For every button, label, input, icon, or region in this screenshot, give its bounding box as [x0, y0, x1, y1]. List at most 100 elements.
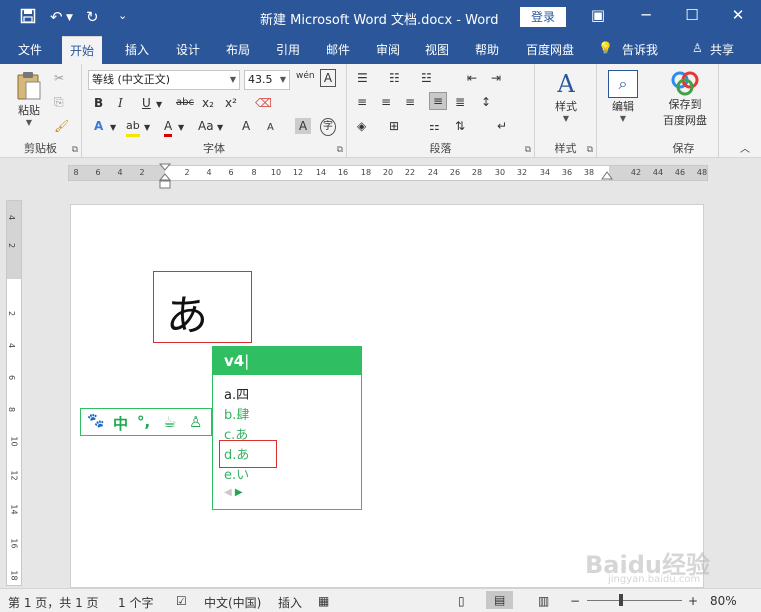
character-border-button[interactable]: A	[320, 69, 336, 87]
bullets-icon[interactable]: ☰	[357, 70, 368, 86]
character-shading-button[interactable]: A	[295, 118, 311, 134]
zoom-level[interactable]: 80%	[710, 594, 737, 608]
editing-dropdown-icon[interactable]: ▼	[605, 114, 641, 123]
customize-toolbar-icon[interactable]: ⌄	[118, 9, 127, 22]
save-icon[interactable]	[20, 8, 36, 28]
editing-button[interactable]: ⌕ 编辑 ▼	[605, 70, 641, 123]
ime-punctuation-button[interactable]: °,	[137, 413, 150, 431]
zoom-slider-thumb[interactable]	[619, 594, 623, 606]
tab-mailings[interactable]: 邮件	[326, 41, 350, 58]
undo-dropdown-icon[interactable]: ▼	[66, 13, 73, 23]
tab-file[interactable]: 文件	[18, 41, 42, 58]
styles-button[interactable]: A 样式 ▼	[547, 70, 585, 123]
ime-next-page-icon[interactable]: ▶	[235, 487, 243, 498]
cut-icon[interactable]: ✂	[54, 70, 64, 86]
vertical-ruler[interactable]: 4 2 2 4 6 8 10 12 14 16 18	[6, 200, 22, 586]
chinese-layout-icon[interactable]: ⚏	[429, 118, 440, 134]
ime-paw-icon[interactable]: 🐾	[87, 413, 104, 429]
sort-icon[interactable]: ⇅	[455, 118, 465, 134]
zoom-out-button[interactable]: −	[570, 594, 580, 608]
clipboard-launcher-icon[interactable]: ⧉	[72, 145, 78, 155]
tab-baidu-netdisk[interactable]: 百度网盘	[526, 41, 574, 58]
change-case-dropdown-icon[interactable]: ▼	[217, 120, 223, 136]
align-right-icon[interactable]: ≡	[405, 94, 415, 110]
ime-prev-page-icon[interactable]: ◀	[224, 487, 232, 498]
web-layout-icon[interactable]: ▥	[538, 594, 549, 608]
login-button[interactable]: 登录	[520, 7, 566, 27]
font-launcher-icon[interactable]: ⧉	[337, 145, 343, 155]
phonetic-guide-button[interactable]: wén	[296, 68, 315, 84]
multilevel-list-icon[interactable]: ☳	[421, 70, 432, 86]
ime-user-icon[interactable]: ♙	[189, 413, 202, 431]
grow-font-button[interactable]: A	[242, 118, 250, 134]
tab-references[interactable]: 引用	[276, 41, 300, 58]
underline-dropdown-icon[interactable]: ▼	[156, 97, 162, 113]
font-size-combo[interactable]: 43.5 ▼	[244, 70, 290, 90]
highlight-dropdown-icon[interactable]: ▼	[144, 120, 150, 136]
subscript-button[interactable]: x₂	[202, 95, 214, 111]
redo-icon[interactable]: ↻	[86, 8, 99, 26]
line-spacing-icon[interactable]: ↕	[481, 94, 491, 110]
print-layout-icon[interactable]: ▤	[486, 591, 514, 609]
share-button[interactable]: 共享	[710, 41, 734, 58]
ime-cup-icon[interactable]: ☕	[163, 413, 176, 431]
tab-home[interactable]: 开始	[62, 36, 103, 64]
copy-icon[interactable]: ⎘	[54, 94, 64, 110]
tab-insert[interactable]: 插入	[125, 41, 149, 58]
tell-me-box[interactable]: 告诉我	[622, 41, 658, 58]
ime-chinese-mode-button[interactable]: 中	[113, 413, 128, 434]
page-count[interactable]: 第 1 页，共 1 页	[8, 594, 99, 611]
font-name-combo[interactable]: 等线 (中文正文) ▼	[88, 70, 240, 90]
justify-icon[interactable]: ≡	[429, 92, 448, 110]
close-button[interactable]: ✕	[728, 6, 748, 24]
right-indent-marker[interactable]	[600, 170, 614, 184]
italic-button[interactable]: I	[118, 95, 123, 111]
collapse-ribbon-icon[interactable]: ︿	[740, 142, 750, 158]
tab-layout[interactable]: 布局	[226, 41, 250, 58]
font-color-dropdown-icon[interactable]: ▼	[178, 120, 184, 136]
language-status[interactable]: 中文(中国)	[204, 594, 261, 611]
borders-icon[interactable]: ⊞	[389, 118, 399, 134]
decrease-indent-icon[interactable]: ⇤	[467, 70, 477, 86]
tab-review[interactable]: 审阅	[376, 41, 400, 58]
numbering-icon[interactable]: ☷	[389, 70, 400, 86]
bold-button[interactable]: B	[94, 95, 103, 111]
insert-mode-status[interactable]: 插入	[278, 594, 302, 611]
enclose-characters-button[interactable]: 字	[320, 118, 336, 136]
align-center-icon[interactable]: ≡	[381, 94, 391, 110]
indent-markers[interactable]	[158, 162, 172, 190]
document-page[interactable]	[70, 204, 704, 588]
superscript-button[interactable]: x²	[225, 95, 237, 111]
text-effects-button[interactable]: A	[94, 118, 103, 134]
ribbon-display-options-icon[interactable]: ▣	[588, 6, 608, 24]
share-icon[interactable]: ♙	[692, 41, 703, 55]
tab-design[interactable]: 设计	[176, 41, 200, 58]
clear-formatting-icon[interactable]: ⌫	[255, 95, 272, 111]
shading-icon[interactable]: ◈	[357, 118, 366, 134]
undo-icon[interactable]: ↶	[50, 8, 63, 26]
highlight-button[interactable]: ab	[126, 118, 140, 137]
document-character[interactable]: あ	[166, 282, 208, 343]
ime-candidate-b[interactable]: b.肆	[224, 404, 249, 423]
format-painter-icon[interactable]: 🖌	[54, 118, 69, 134]
align-left-icon[interactable]: ≡	[357, 94, 367, 110]
save-to-netdisk-button[interactable]: 保存到 百度网盘	[653, 70, 717, 128]
tab-view[interactable]: 视图	[425, 41, 449, 58]
increase-indent-icon[interactable]: ⇥	[491, 70, 501, 86]
underline-button[interactable]: U	[142, 95, 151, 111]
text-effects-dropdown-icon[interactable]: ▼	[110, 120, 116, 136]
font-color-button[interactable]: A	[164, 118, 173, 137]
lightbulb-icon[interactable]: 💡	[598, 41, 613, 55]
zoom-slider-track[interactable]	[587, 600, 682, 601]
macro-icon[interactable]: ▦	[318, 594, 329, 608]
minimize-button[interactable]: ─	[636, 6, 656, 24]
tab-help[interactable]: 帮助	[475, 41, 499, 58]
styles-dropdown-icon[interactable]: ▼	[547, 114, 585, 123]
zoom-in-button[interactable]: +	[688, 594, 698, 608]
proofing-icon[interactable]: ☑	[176, 594, 187, 608]
strikethrough-button[interactable]: abc	[176, 95, 194, 111]
font-name-dropdown-icon[interactable]: ▼	[230, 71, 236, 89]
ime-candidate-a[interactable]: a.四	[224, 384, 249, 403]
maximize-button[interactable]: ☐	[682, 6, 702, 24]
paste-button[interactable]: 粘贴 ▼	[10, 70, 48, 127]
